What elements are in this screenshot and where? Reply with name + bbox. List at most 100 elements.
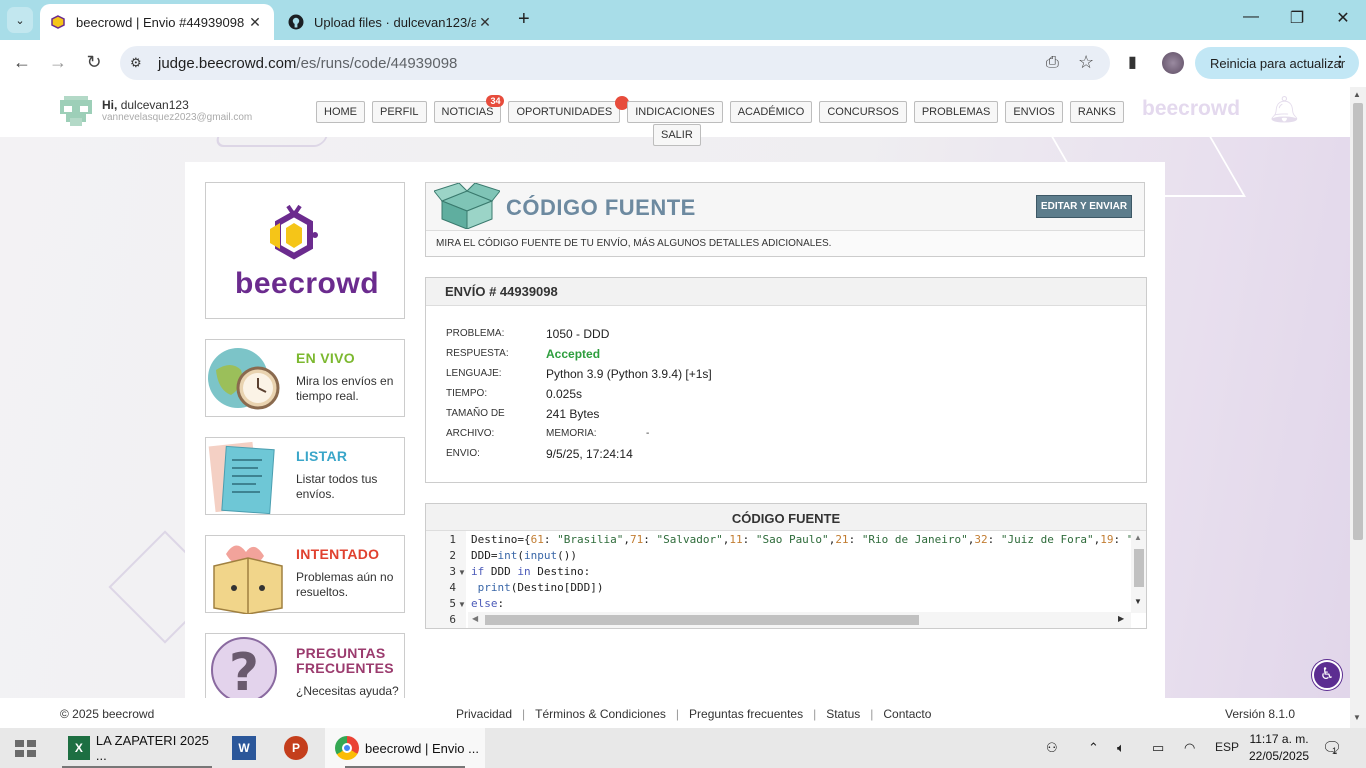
menu-perfil[interactable]: PERFIL [372,101,427,123]
new-tab-icon[interactable]: + [518,8,530,31]
menu-ranks[interactable]: RANKS [1069,101,1124,123]
github-icon [288,14,304,30]
scroll-down-icon[interactable]: ▼ [1353,713,1361,722]
footer-link-contacto[interactable]: Contacto [883,707,931,721]
line-number: 4 [449,581,456,594]
taskbar-word[interactable]: W [228,728,260,768]
close-window-icon[interactable]: ✕ [1328,8,1358,28]
card-intentado[interactable]: INTENTADO Problemas aún no resueltos. [205,535,405,614]
scroll-thumb[interactable] [1134,549,1144,587]
update-button[interactable]: Reinicia para actualizar ⋮ [1195,47,1359,79]
value-problem[interactable]: 1050 - DDD [546,327,609,341]
volume-icon[interactable]: 🔈︎ [1117,740,1125,756]
people-icon[interactable]: ⚇ [1046,740,1058,756]
system-clock[interactable]: 11:17 a. m. 22/05/2025 [1249,731,1309,765]
code-line[interactable]: DDD=int(input()) [471,549,1131,562]
address-bar[interactable]: ⚙ judge.beecrowd.com/es/runs/code/449390… [120,46,1110,80]
tab-search-button[interactable]: ⌄ [7,7,33,33]
tab-github[interactable]: Upload files · dulcevan123/algoritmos ✕ [278,4,504,40]
more-menu-icon[interactable]: ⋮ [1333,53,1347,70]
battery-icon[interactable]: ▭ [1152,740,1164,756]
fold-arrow-icon[interactable]: ▼ [458,568,466,577]
taskbar-app-label: beecrowd | Envio ... [365,740,479,756]
menu-noticias[interactable]: NOTICIAS 34 [433,95,505,123]
footer-link-privacidad[interactable]: Privacidad [456,707,512,721]
scroll-up-icon[interactable]: ▲ [1353,90,1361,99]
bell-icon[interactable]: 🔔︎ [1268,94,1301,125]
header-logo[interactable]: beecrowd [1142,97,1240,121]
clock-time: 11:17 a. m. [1249,732,1309,746]
user-avatar[interactable] [60,96,92,126]
value-answer: Accepted [546,347,601,361]
word-icon: W [232,736,256,760]
card-en-vivo[interactable]: EN VIVO Mira los envíos en tiempo real. [205,339,405,417]
close-tab-icon[interactable]: ✕ [246,14,264,31]
code-line[interactable]: if DDD in Destino: [471,565,1131,578]
notification-center-icon[interactable]: 🗨︎ 1 [1322,738,1342,758]
taskbar-excel[interactable]: X LA ZAPATERI 2025 ... [62,728,212,768]
scroll-down-icon[interactable]: ▼ [1134,597,1142,606]
footer-link-terminos[interactable]: Términos & Condiciones [535,707,666,721]
profile-avatar[interactable] [1162,52,1184,74]
card-listar[interactable]: LISTAR Listar todos tus envíos. [205,437,405,515]
edit-and-submit-button[interactable]: EDITAR Y ENVIAR [1036,195,1132,218]
page-scrollbar[interactable]: ▲ ▼ [1350,87,1366,728]
scroll-thumb[interactable] [485,615,919,625]
news-count-badge: 34 [486,95,505,107]
close-tab-icon[interactable]: ✕ [476,14,494,31]
footer-links: Privacidad | Términos & Condiciones | Preg… [456,707,932,721]
language-indicator[interactable]: ESP [1215,740,1239,754]
label-answer: RESPUESTA: [446,348,509,359]
fold-arrow-icon[interactable]: ▼ [458,600,466,609]
scroll-left-icon[interactable]: ◀ [472,614,478,623]
tray-chevron-icon[interactable]: ⌃ [1088,740,1099,756]
logout-button[interactable]: SALIR [653,124,701,146]
scroll-up-icon[interactable]: ▲ [1134,533,1142,542]
code-line[interactable]: Destino={61: "Brasilia",71: "Salvador",1… [471,533,1131,546]
menu-concursos[interactable]: CONCURSOS [819,101,907,123]
page-scroll-thumb[interactable] [1353,103,1363,540]
menu-home[interactable]: HOME [316,101,365,123]
install-app-icon[interactable]: ⎙ [1046,54,1059,72]
sidebar-logo-text: beecrowd [235,267,380,300]
site-info-icon[interactable]: ⚙ [130,55,150,71]
restore-icon[interactable]: ❐ [1282,8,1312,28]
card-description: Listar todos tus envíos. [296,472,378,501]
wifi-icon[interactable]: ◠ [1184,740,1195,756]
windows-taskbar: X LA ZAPATERI 2025 ... W P beecrowd | En… [0,728,1366,768]
code-title: CÓDIGO FUENTE [426,504,1146,531]
tab-title: Upload files · dulcevan123/algoritmos [314,14,476,30]
menu-problemas[interactable]: PROBLEMAS [913,101,999,123]
forward-icon[interactable]: → [46,52,70,73]
menu-oportunidades[interactable]: OPORTUNIDADES [508,96,630,123]
code-horizontal-scrollbar[interactable]: ◀ ▶ [468,612,1131,628]
code-line[interactable]: print(Destino[DDD]) [471,581,1131,594]
side-panel-icon[interactable]: ▮ [1128,52,1137,72]
browser-chrome: ⌄ beecrowd | Envio #44939098 - Beecrowd … [0,0,1366,87]
menu-envios[interactable]: ENVIOS [1005,101,1063,123]
accessibility-icon[interactable]: ♿︎ [1312,660,1342,690]
back-icon[interactable]: ← [10,52,34,73]
footer-link-status[interactable]: Status [826,707,860,721]
label-file: ARCHIVO: [446,428,495,439]
taskbar-chrome[interactable]: beecrowd | Envio ... [325,728,485,768]
code-vertical-scrollbar[interactable]: ▲ ▼ [1131,531,1146,613]
card-preguntas-frecuentes[interactable]: ? PREGUNTAS FRECUENTES ¿Necesitas ayuda? [205,633,405,698]
taskbar-powerpoint[interactable]: P [280,728,312,768]
tab-strip: ⌄ beecrowd | Envio #44939098 - Beecrowd … [0,0,1366,40]
menu-indicaciones[interactable]: INDICACIONES [627,101,723,123]
footer-link-faq[interactable]: Preguntas frecuentes [689,707,803,721]
sidebar-logo[interactable]: beecrowd [205,182,405,319]
tab-beecrowd[interactable]: beecrowd | Envio #44939098 - Beecrowd ✕ [40,4,274,40]
value-time: 0.025s [546,387,583,401]
menu-academico[interactable]: ACADÉMICO [729,101,813,123]
line-number: 3 [449,565,456,578]
source-header-box: CÓDIGO FUENTE EDITAR Y ENVIAR MIRA EL CÓ… [425,182,1145,257]
task-view-icon[interactable] [15,740,37,758]
value-memory: - [646,428,650,439]
minimize-icon[interactable]: — [1236,8,1266,26]
reload-icon[interactable]: ↻ [82,52,106,73]
scroll-right-icon[interactable]: ▶ [1118,614,1124,623]
code-line[interactable]: else: [471,597,1131,611]
bookmark-star-icon[interactable]: ☆ [1078,52,1094,73]
